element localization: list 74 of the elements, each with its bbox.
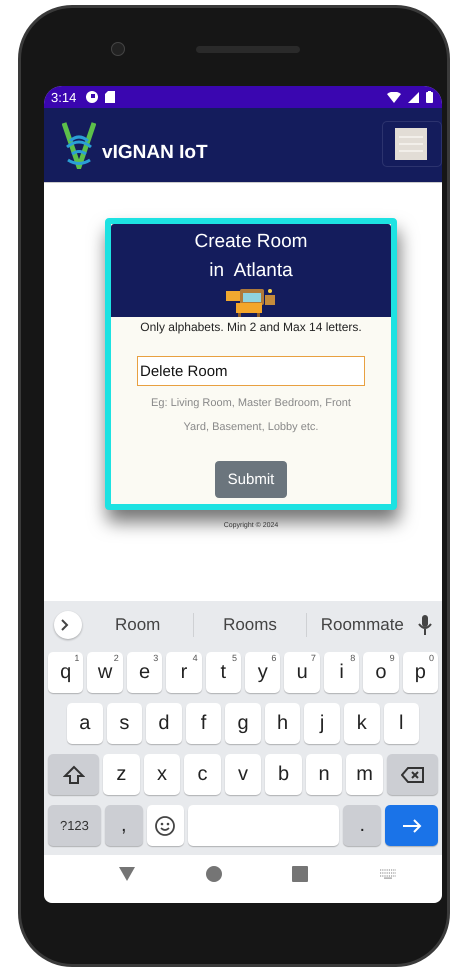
letter-key[interactable]: u 7 [284,652,320,693]
expand-button[interactable] [54,611,82,639]
key-number-hint: 2 [114,653,119,663]
punctuation-key[interactable]: . [343,805,382,846]
letter-key[interactable]: i 8 [324,652,360,693]
keyboard-icon[interactable] [378,869,397,879]
letter-key[interactable]: s [106,703,142,744]
letter-key[interactable]: z [103,754,140,795]
camera-lens [111,42,125,56]
circle-logo-icon [86,91,98,103]
punctuation-key[interactable]: , [104,805,143,846]
app-title: vIGNAN IoT [102,142,208,164]
letter-key[interactable]: y 6 [245,652,280,693]
letter-key[interactable]: w 2 [87,652,123,693]
v-antenna-logo-icon [62,121,96,169]
key-number-hint: 7 [310,653,316,663]
key-number-hint: 4 [192,653,198,663]
wifi-icon [387,92,401,102]
letter-key[interactable]: b [265,754,302,795]
key-number-hint: 9 [390,653,395,663]
arrow-right-icon [402,818,422,832]
suggestion-chip[interactable]: Rooms [194,615,306,635]
letter-key[interactable]: o 9 [363,652,399,693]
room-name-input[interactable]: Delete Room [137,356,365,386]
key-number-hint: 1 [74,653,80,663]
letter-key[interactable]: m [346,754,383,795]
recents-square-icon[interactable] [292,866,308,882]
submit-button[interactable]: Submit [214,461,288,498]
letter-key[interactable]: d [146,703,182,744]
letter-key[interactable]: r 4 [166,652,202,693]
example-hint: Eg: Living Room, Master Bedroom, Front Yard, Basement, Lobby etc. [150,396,352,435]
shift-arrow-icon [62,764,85,784]
letter-key[interactable]: p 0 [402,652,438,693]
letter-key[interactable]: k [344,703,380,744]
letter-key[interactable]: l [384,703,420,744]
backspace-icon [400,766,424,784]
shift-key[interactable] [48,754,100,795]
enter-key[interactable] [385,805,438,846]
key-number-hint: 0 [429,653,434,663]
signal-icon [408,92,419,102]
suggestion-chip[interactable]: Room [82,615,194,635]
suggestion-chip[interactable]: Roommate [306,615,418,635]
instruction-text: Only alphabets. Min 2 and Max 14 letters. [140,320,362,334]
smiley-icon [155,816,176,836]
letter-key[interactable]: h [264,703,300,744]
emoji-key[interactable] [146,805,184,846]
key-number-hint: 6 [271,653,276,663]
letter-key[interactable]: a [67,703,103,744]
home-circle-icon[interactable] [206,866,222,882]
letter-key[interactable]: c [184,754,221,795]
letter-key[interactable]: n [306,754,342,795]
letter-key[interactable]: x [144,754,180,795]
symbols-key[interactable]: ?123 [48,805,101,846]
key-number-hint: 3 [153,653,158,663]
back-triangle-icon[interactable] [119,867,136,881]
letter-key[interactable]: t 5 [206,652,242,693]
letter-key[interactable]: f [186,703,222,744]
microphone-icon[interactable] [418,615,432,635]
backspace-key[interactable] [386,754,438,795]
letter-key[interactable]: v [224,754,262,795]
battery-icon [426,91,433,103]
letter-key[interactable]: e 3 [126,652,162,693]
key-number-hint: 5 [232,653,238,663]
letter-key[interactable]: q 1 [48,652,84,693]
dialog-title: in Atlanta [209,259,293,283]
chevron-right-icon [61,619,69,631]
menu-icon [395,128,427,160]
dialog-title: Create Room [194,230,308,254]
letter-key[interactable]: j [304,703,340,744]
letter-key[interactable]: g [225,703,261,744]
key-number-hint: 8 [350,653,356,663]
status-time: 3:14 [51,90,76,104]
sd-card-icon [105,91,116,103]
menu-button[interactable] [382,121,442,167]
